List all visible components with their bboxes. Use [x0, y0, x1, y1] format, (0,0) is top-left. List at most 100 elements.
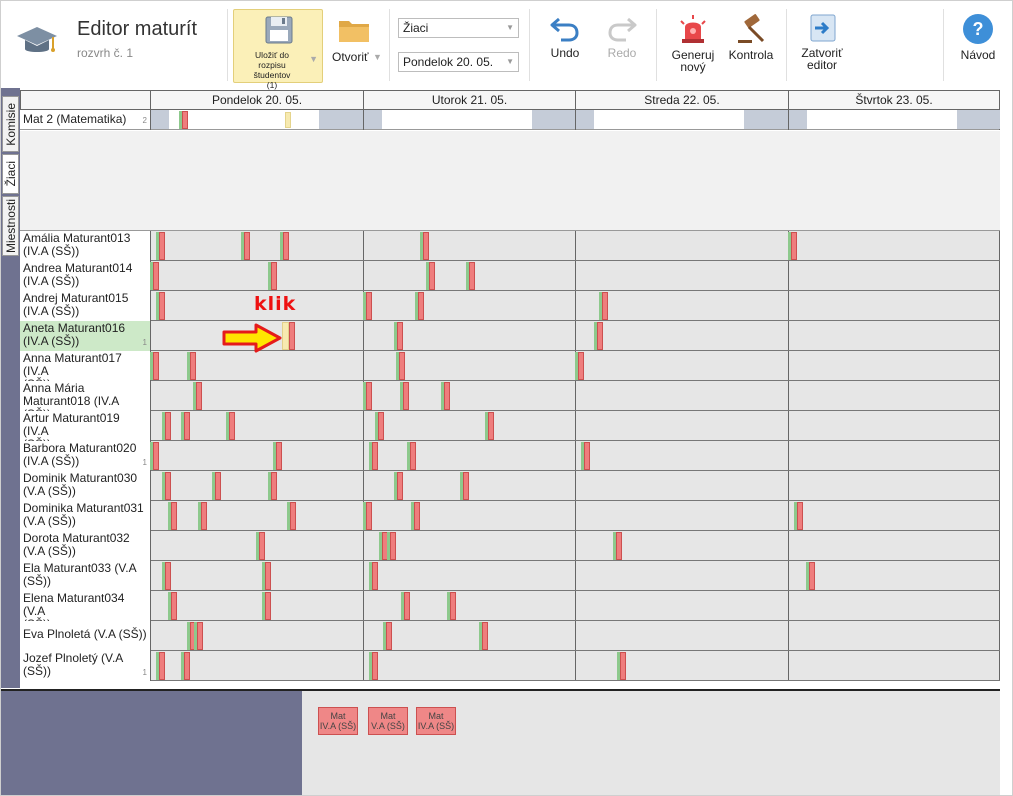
student-day-cell[interactable]: [576, 381, 789, 410]
exam-slot-marker[interactable]: [394, 322, 403, 350]
exam-slot-marker[interactable]: [193, 382, 202, 410]
student-day-cell[interactable]: [364, 561, 576, 590]
exam-slot-marker[interactable]: [212, 472, 221, 500]
exam-slot-marker[interactable]: [613, 532, 622, 560]
exam-slot-marker[interactable]: [168, 592, 177, 620]
student-day-cell[interactable]: [576, 591, 789, 620]
student-day-cell[interactable]: [789, 501, 1000, 530]
student-name[interactable]: Andrea Maturant014 (IV.A (SŠ)): [20, 261, 151, 291]
student-row[interactable]: Amália Maturant013 (IV.A (SŠ)): [20, 231, 1000, 261]
close-editor-button[interactable]: Zatvoriť editor: [794, 11, 850, 81]
student-day-cell[interactable]: [789, 261, 1000, 290]
committee-day-cell[interactable]: [151, 110, 364, 130]
exam-slot-marker[interactable]: [162, 412, 171, 440]
unassigned-exam-chip[interactable]: Mat IV.A (SŠ): [416, 707, 456, 735]
student-name[interactable]: Jozef Plnoletý (V.A (SŠ)) 1: [20, 651, 151, 681]
committee-day-cell[interactable]: [364, 110, 576, 130]
student-row[interactable]: Jozef Plnoletý (V.A (SŠ)) 1: [20, 651, 1000, 681]
save-to-schedule-button[interactable]: Uložiť do rozpisu študentov (1) ▼: [233, 9, 323, 90]
exam-slot-marker[interactable]: [150, 442, 159, 470]
student-name[interactable]: Artur Maturant019 (IV.A(SŠ)): [20, 411, 151, 441]
exam-slot-marker[interactable]: [426, 262, 435, 290]
exam-slot-marker[interactable]: [162, 472, 171, 500]
student-row[interactable]: Dominika Maturant031 (V.A (SŠ)): [20, 501, 1000, 531]
generate-new-button[interactable]: Generuj nový: [665, 11, 721, 81]
exam-slot-marker[interactable]: [369, 442, 378, 470]
exam-slot-marker[interactable]: [599, 292, 608, 320]
student-row[interactable]: Andrea Maturant014 (IV.A (SŠ)): [20, 261, 1000, 291]
exam-slot-marker[interactable]: [262, 592, 271, 620]
exam-slot-marker[interactable]: [181, 652, 190, 680]
exam-slot-marker[interactable]: [162, 562, 171, 590]
student-day-cell[interactable]: [151, 381, 364, 410]
committee-day-cell[interactable]: [576, 110, 789, 130]
student-day-cell[interactable]: [789, 591, 1000, 620]
student-day-cell[interactable]: [576, 531, 789, 560]
student-row[interactable]: Anna MáriaMaturant018 (IV.A (SŠ)): [20, 381, 1000, 411]
exam-slot-marker[interactable]: [156, 652, 165, 680]
student-name[interactable]: Ela Maturant033 (V.A (SŠ)): [20, 561, 151, 591]
exam-slot-marker[interactable]: [150, 262, 159, 290]
student-day-cell[interactable]: [576, 261, 789, 290]
student-day-cell[interactable]: [789, 471, 1000, 500]
student-name[interactable]: Dominika Maturant031 (V.A (SŠ)): [20, 501, 151, 531]
exam-slot-marker[interactable]: [156, 232, 165, 260]
exam-slot-marker[interactable]: [396, 352, 405, 380]
student-day-cell[interactable]: [576, 621, 789, 650]
student-day-cell[interactable]: [789, 411, 1000, 440]
exam-slot-marker[interactable]: [806, 562, 815, 590]
unassigned-exam-chip[interactable]: Mat V.A (SŠ): [368, 707, 408, 735]
student-day-cell[interactable]: [789, 651, 1000, 680]
student-day-cell[interactable]: [576, 651, 789, 680]
exam-slot-marker[interactable]: [594, 322, 603, 350]
exam-slot-marker[interactable]: [407, 442, 416, 470]
exam-slot-marker[interactable]: [226, 412, 235, 440]
student-day-cell[interactable]: [364, 291, 576, 320]
exam-slot-marker[interactable]: [280, 232, 289, 260]
exam-slot-marker[interactable]: [400, 382, 409, 410]
committee-day-cell[interactable]: [789, 110, 1000, 130]
exam-slot-marker[interactable]: [466, 262, 475, 290]
student-day-cell[interactable]: [151, 441, 364, 470]
tab-students[interactable]: Žiaci: [2, 154, 19, 194]
student-day-cell[interactable]: [151, 351, 364, 380]
student-day-cell[interactable]: [789, 441, 1000, 470]
view-select[interactable]: Žiaci ▼: [398, 18, 519, 38]
exam-slot-marker[interactable]: [794, 502, 803, 530]
exam-slot-marker[interactable]: [387, 532, 396, 560]
student-day-cell[interactable]: [151, 471, 364, 500]
student-day-cell[interactable]: [364, 501, 576, 530]
student-day-cell[interactable]: [789, 621, 1000, 650]
exam-slot-marker[interactable]: [479, 622, 488, 650]
exam-slot-marker[interactable]: [420, 232, 429, 260]
exam-slot-marker[interactable]: [181, 412, 190, 440]
open-button[interactable]: Otvoriť ▼: [331, 11, 383, 81]
student-name[interactable]: Aneta Maturant016 (IV.A (SŠ)) 1: [20, 321, 151, 351]
exam-slot-marker[interactable]: [198, 502, 207, 530]
exam-slot-marker[interactable]: [369, 652, 378, 680]
student-row[interactable]: Elena Maturant034 (V.A(SŠ)): [20, 591, 1000, 621]
student-day-cell[interactable]: [364, 591, 576, 620]
student-day-cell[interactable]: [364, 651, 576, 680]
student-row[interactable]: Dominik Maturant030 (V.A (SŠ)): [20, 471, 1000, 501]
student-day-cell[interactable]: [151, 621, 364, 650]
student-name[interactable]: Barbora Maturant020 (IV.A (SŠ)) 1: [20, 441, 151, 471]
student-day-cell[interactable]: [364, 621, 576, 650]
tab-rooms[interactable]: Miestnosti: [2, 196, 19, 256]
student-day-cell[interactable]: [576, 411, 789, 440]
exam-slot-marker[interactable]: [363, 502, 372, 530]
student-row[interactable]: Barbora Maturant020 (IV.A (SŠ)) 1: [20, 441, 1000, 471]
exam-slot-marker[interactable]: [375, 412, 384, 440]
tab-committees[interactable]: Komisie: [2, 96, 19, 152]
selected-slot-marker[interactable]: [285, 112, 291, 128]
student-day-cell[interactable]: [576, 471, 789, 500]
exam-slot-marker[interactable]: [194, 622, 203, 650]
student-row[interactable]: Anna Maturant017 (IV.A(SŠ)): [20, 351, 1000, 381]
student-day-cell[interactable]: [789, 531, 1000, 560]
student-day-cell[interactable]: [151, 561, 364, 590]
student-day-cell[interactable]: [789, 321, 1000, 350]
check-button[interactable]: Kontrola: [725, 11, 777, 81]
student-day-cell[interactable]: [151, 231, 364, 260]
student-name[interactable]: Amália Maturant013 (IV.A (SŠ)): [20, 231, 151, 261]
student-day-cell[interactable]: [364, 411, 576, 440]
